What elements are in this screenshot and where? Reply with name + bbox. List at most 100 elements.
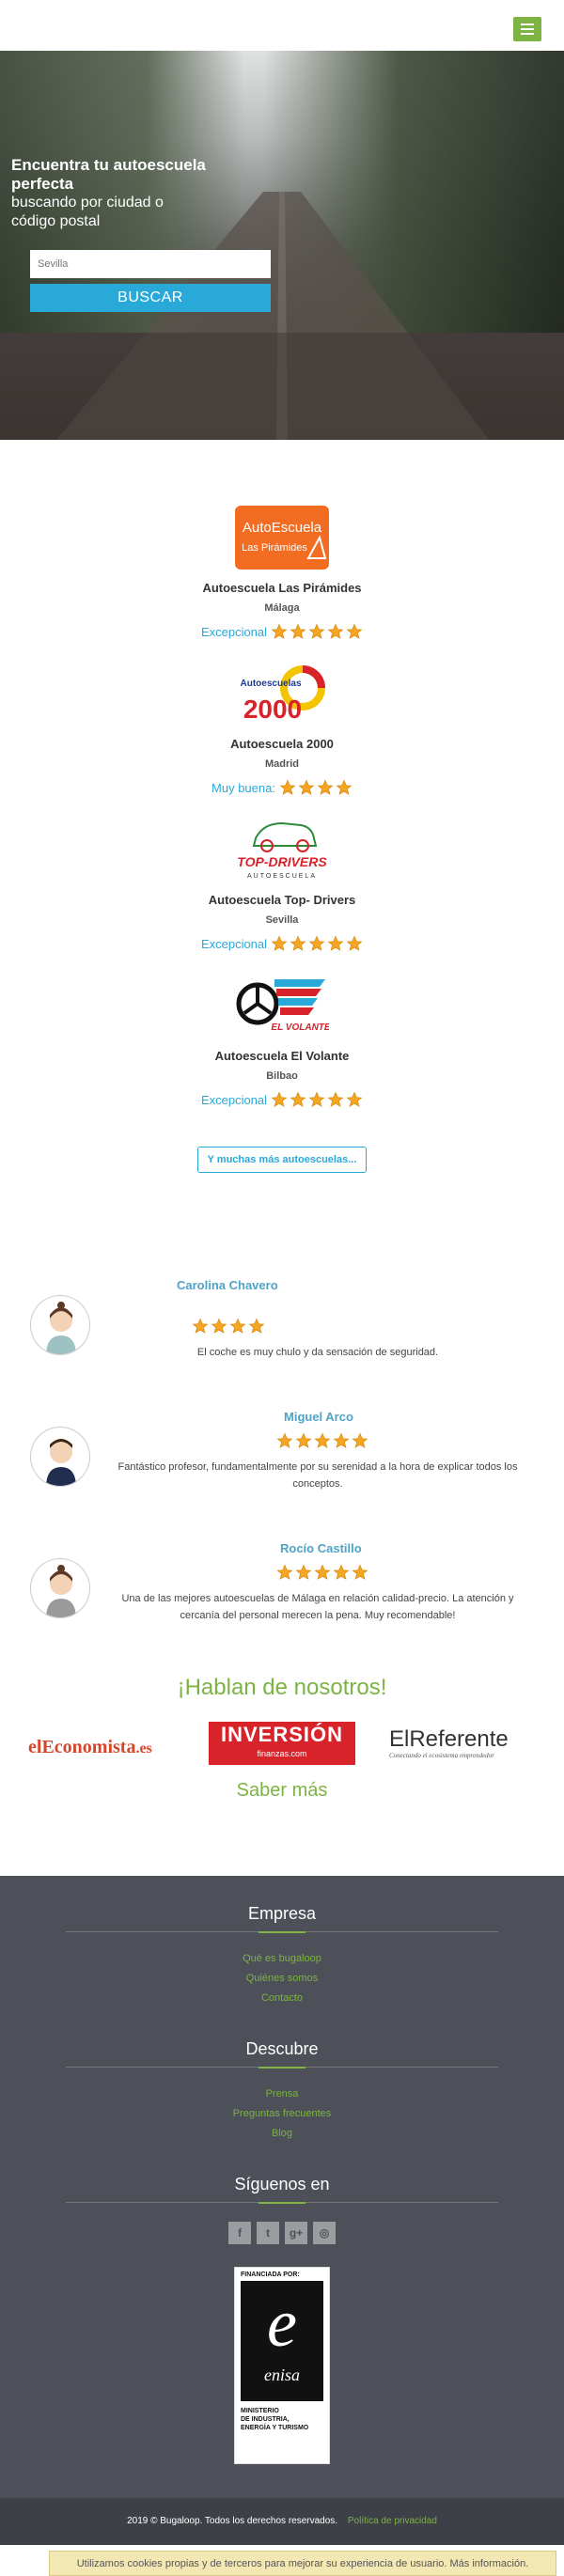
school-card[interactable]: AutoEscuela Las Pirámides Autoescuela La…: [0, 504, 564, 660]
star-icon: [308, 1091, 325, 1108]
rating-label: Muy buena:: [212, 780, 275, 795]
review-card: Miguel Arco Fantástico profesor, fundame…: [0, 1410, 564, 1541]
logo-text: EL VOLANTE: [271, 1023, 329, 1033]
star-icon: [327, 623, 344, 640]
school-city: Bilbao: [266, 1070, 298, 1082]
school-card[interactable]: TOP-DRIVERS AUTOESCUELA Autoescuela Top-…: [0, 816, 564, 972]
hero-section: Encuentra tu autoescuela perfecta buscan…: [0, 51, 564, 440]
school-city: Sevilla: [265, 914, 299, 926]
twitter-icon[interactable]: t: [257, 2222, 279, 2244]
enisa-badge: FINANCIADA POR: e enisa MINISTERIO DE IN…: [234, 2267, 330, 2464]
star-icon: [271, 935, 288, 952]
footer-section-title: Empresa: [247, 1904, 317, 1923]
inversion-logo[interactable]: INVERSIÓN finanzas.com: [209, 1722, 355, 1765]
school-logo: EL VOLANTE: [235, 972, 329, 1039]
star-icon: [346, 935, 363, 952]
divider: [66, 2067, 498, 2069]
school-card[interactable]: EL VOLANTE Autoescuela El Volante Bilbao…: [0, 972, 564, 1128]
female-avatar: [30, 1295, 90, 1355]
footer-section-title: Descubre: [245, 2039, 319, 2058]
star-rating: [271, 1091, 363, 1108]
reviews-section: Carolina Chavero El coche es muy chulo y…: [0, 1278, 564, 1673]
reviewer-name: Carolina Chavero: [177, 1278, 278, 1292]
star-icon: [211, 1318, 227, 1335]
rating-label: Excepcional: [200, 1092, 268, 1107]
more-schools-button[interactable]: Y muchas más autoescuelas...: [196, 1147, 368, 1173]
review-text: Una de las mejores autoescuelas de Málag…: [121, 1593, 514, 1621]
star-icon: [229, 1318, 246, 1335]
star-icon: [276, 1564, 293, 1581]
footer-link-faq[interactable]: Preguntas frecuentes: [0, 2108, 564, 2119]
logo-text: 2000: [243, 695, 302, 724]
press-logos: elEconomista.es INVERSIÓN finanzas.com E…: [0, 1720, 564, 1776]
footer-link-contacto[interactable]: Contacto: [0, 1992, 564, 2004]
elreferente-logo[interactable]: ElReferente Conectando el ecosistema emp…: [389, 1727, 509, 1760]
school-rating: Excepcional: [0, 935, 564, 952]
star-icon: [295, 1564, 312, 1581]
press-title: ¡Hablan de nosotros!: [177, 1675, 387, 1700]
footer: Empresa Qué es bugaloop Quiénes somos Co…: [0, 1876, 564, 2498]
reviewer-name: Rocío Castillo: [280, 1541, 362, 1555]
star-icon: [352, 1564, 368, 1581]
star-icon: [314, 1432, 331, 1449]
star-rating: [271, 935, 363, 952]
divider: [66, 1931, 498, 1933]
female-avatar: [30, 1558, 90, 1618]
footer-link-que-es[interactable]: Qué es bugaloop: [0, 1953, 564, 1964]
star-icon: [346, 1091, 363, 1108]
saber-mas-link[interactable]: Saber más: [237, 1780, 328, 1802]
copyright-text: 2019 © Bugaloop. Todos los derechos rese…: [127, 2516, 338, 2526]
logo-text: AutoEscuela: [243, 520, 322, 536]
star-icon: [279, 779, 296, 796]
school-name[interactable]: Autoescuela Top- Drivers: [0, 893, 564, 907]
review-text: Fantástico profesor, fundamentalmente po…: [118, 1461, 518, 1490]
star-rating: [271, 623, 363, 640]
star-icon: [271, 1091, 288, 1108]
star-icon: [336, 779, 352, 796]
footer-link-quienes-somos[interactable]: Quiénes somos: [0, 1973, 564, 1984]
cookie-banner[interactable]: Utilizamos cookies propias y de terceros…: [49, 2551, 556, 2576]
copyright-bar: 2019 © Bugaloop. Todos los derechos rese…: [0, 2498, 564, 2545]
review-card: Carolina Chavero El coche es muy chulo y…: [0, 1278, 564, 1410]
star-icon: [314, 1564, 331, 1581]
star-icon: [290, 935, 306, 952]
logo-text: Las Pirámides: [242, 542, 307, 554]
logo-text: TOP-DRIVERS: [237, 854, 327, 869]
school-name[interactable]: Autoescuela 2000: [0, 737, 564, 751]
eleconomista-logo[interactable]: elEconomista.es: [28, 1737, 152, 1758]
star-rating: [276, 1432, 368, 1449]
press-section: ¡Hablan de nosotros! elEconomista.es INV…: [0, 1675, 564, 1802]
star-rating: [192, 1318, 265, 1335]
logo-text: AUTOESCUELA: [247, 873, 317, 880]
google-plus-icon[interactable]: g+: [285, 2222, 307, 2244]
school-name[interactable]: Autoescuela El Volante: [0, 1049, 564, 1063]
star-icon: [327, 935, 344, 952]
instagram-icon[interactable]: ◎: [313, 2222, 336, 2244]
star-icon: [298, 779, 315, 796]
star-icon: [308, 935, 325, 952]
school-name[interactable]: Autoescuela Las Pirámides: [0, 581, 564, 595]
star-icon: [295, 1432, 312, 1449]
star-icon: [276, 1432, 293, 1449]
search-button[interactable]: BUSCAR: [30, 284, 271, 312]
hamburger-icon[interactable]: [513, 17, 541, 41]
top-bar: [0, 0, 564, 51]
search-input[interactable]: [30, 250, 271, 278]
schools-list: AutoEscuela Las Pirámides Autoescuela La…: [0, 440, 564, 1173]
school-logo: Autoescuelas 2000: [235, 660, 329, 727]
facebook-icon[interactable]: f: [228, 2222, 251, 2244]
star-icon: [352, 1432, 368, 1449]
footer-link-prensa[interactable]: Prensa: [0, 2088, 564, 2100]
footer-link-blog[interactable]: Blog: [0, 2128, 564, 2139]
rating-label: Excepcional: [200, 624, 268, 639]
hero-headline: Encuentra tu autoescuela perfecta buscan…: [11, 156, 206, 229]
school-rating: Excepcional: [0, 1091, 564, 1108]
school-card[interactable]: Autoescuelas 2000 Autoescuela 2000 Madri…: [0, 660, 564, 816]
star-icon: [333, 1564, 350, 1581]
school-city: Madrid: [264, 758, 300, 770]
privacy-policy-link[interactable]: Política de privacidad: [348, 2516, 437, 2526]
star-icon: [192, 1318, 209, 1335]
star-icon: [346, 623, 363, 640]
footer-section-title: Síguenos en: [234, 2175, 330, 2194]
school-logo: TOP-DRIVERS AUTOESCUELA: [235, 816, 329, 883]
